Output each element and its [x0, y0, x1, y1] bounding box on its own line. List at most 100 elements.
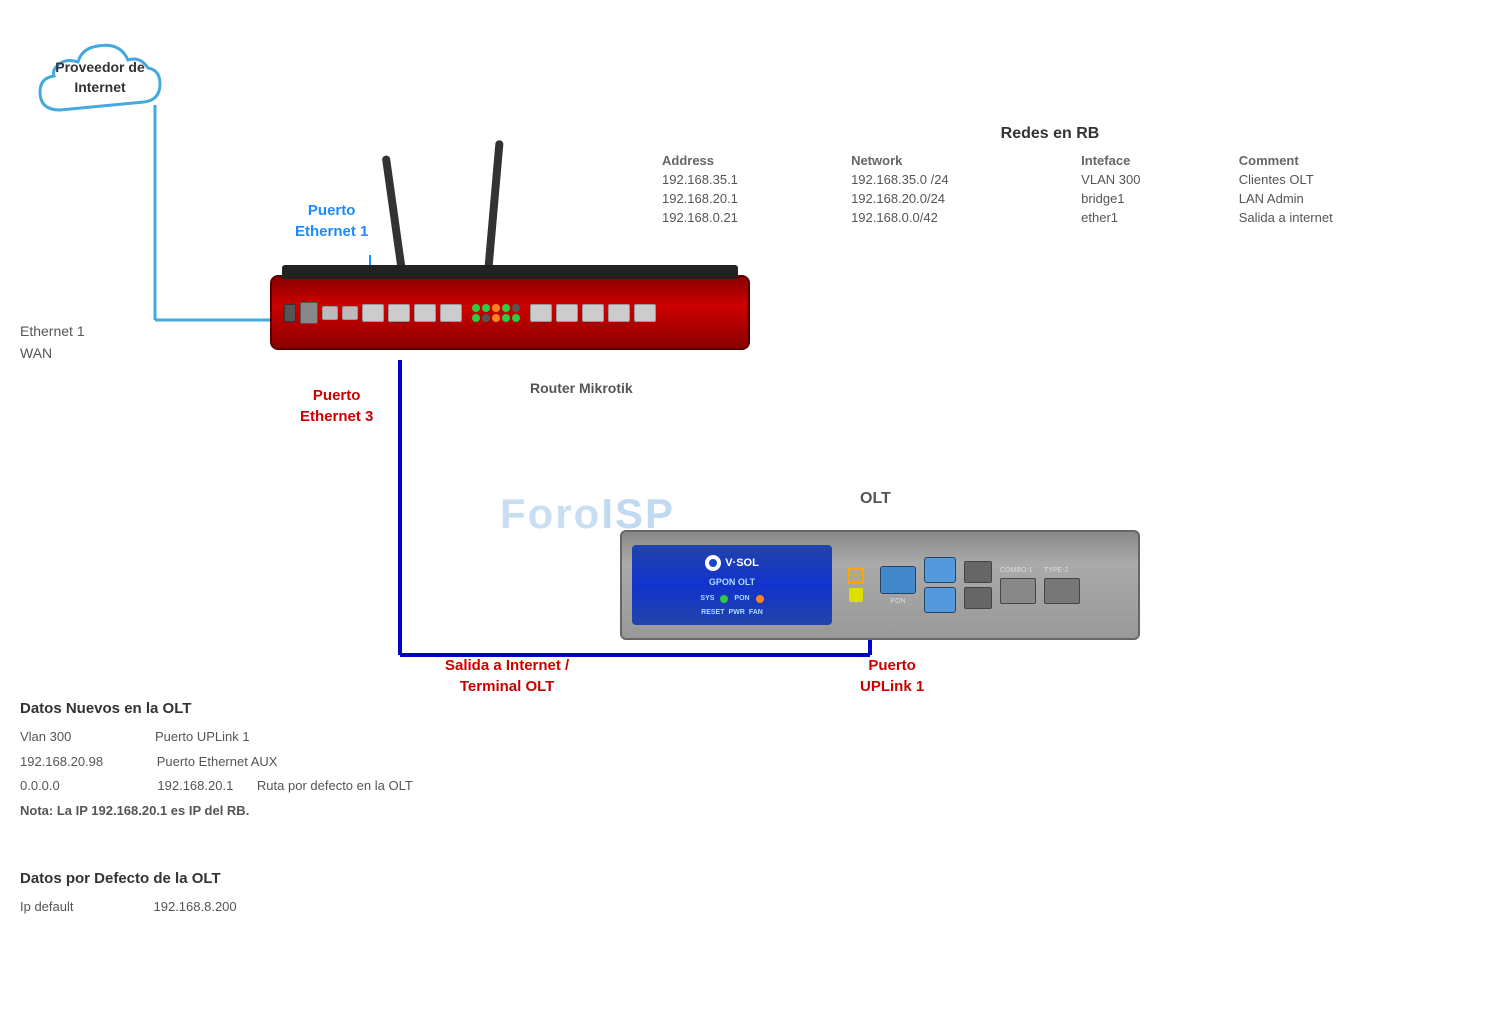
puerto-uplink-label: Puerto UPLink 1 [860, 655, 924, 697]
led-6 [472, 314, 480, 322]
network-cell-0-3: Clientes OLT [1227, 170, 1450, 189]
router-eth-port-4 [440, 304, 462, 322]
col-header-address: Address [650, 151, 839, 170]
col-header-comment: Comment [1227, 151, 1450, 170]
router-eth-port-8 [608, 304, 630, 322]
network-cell-1-3: LAN Admin [1227, 189, 1450, 208]
datos-ip: 192.168.20.98 [20, 754, 103, 769]
router-eth-port-6 [556, 304, 578, 322]
led-10 [512, 314, 520, 322]
datos-aux: Puerto Ethernet AUX [157, 754, 278, 769]
olt-model: GPON OLT [709, 577, 755, 587]
olt-device: V·SOL GPON OLT SYS PON RESETPWRFAN △ [620, 530, 1140, 650]
router-leds [472, 304, 520, 322]
router-eth-port-1 [362, 304, 384, 322]
datos-nuevos-row-3: 0.0.0.0 192.168.20.1 Ruta por defecto en… [20, 774, 620, 799]
datos-defecto-section: Datos por Defecto de la OLT Ip default 1… [20, 870, 420, 920]
datos-defecto-row-1: Ip default 192.168.8.200 [20, 895, 420, 920]
olt-uplink-ports [924, 557, 956, 613]
col-header-interface: Inteface [1069, 151, 1227, 170]
network-cell-0-2: VLAN 300 [1069, 170, 1227, 189]
watermark-foro: Foro [500, 490, 601, 537]
datos-nuevos-row-1: Vlan 300 Puerto UPLink 1 [20, 725, 620, 750]
datos-nota: Nota: La IP 192.168.20.1 es IP del RB. [20, 803, 249, 818]
olt-pon-led [756, 595, 764, 603]
antenna-right [484, 140, 503, 270]
olt-front-panel: V·SOL GPON OLT SYS PON RESETPWRFAN △ [622, 532, 1138, 638]
router-top-bar [282, 265, 738, 279]
antenna-left [382, 155, 407, 275]
network-table-row-0: 192.168.35.1192.168.35.0 /24VLAN 300Clie… [650, 170, 1450, 189]
network-table: Redes en RB Address Network Inteface Com… [650, 125, 1450, 227]
datos-default-route: 0.0.0.0 [20, 778, 60, 793]
ethernet1-wan-label: Ethernet 1 WAN [20, 320, 85, 365]
olt-sys-led [720, 595, 728, 603]
olt-uplink-port-2 [924, 587, 956, 613]
network-cell-0-0: 192.168.35.1 [650, 170, 839, 189]
network-cell-1-2: bridge1 [1069, 189, 1227, 208]
puerto-ethernet3-label: Puerto Ethernet 3 [300, 385, 373, 427]
olt-uplink-port-1 [924, 557, 956, 583]
router-port-2 [342, 306, 358, 320]
olt-combo-1 [1000, 578, 1036, 604]
router-mikrotik [270, 275, 750, 365]
network-cell-1-0: 192.168.20.1 [650, 189, 839, 208]
router-sfp [300, 302, 318, 324]
olt-indicators: △ [840, 568, 872, 602]
datos-uplink: Puerto UPLink 1 [155, 729, 250, 744]
datos-vlan: Vlan 300 [20, 729, 71, 744]
olt-sfp-2 [964, 587, 992, 609]
olt-body: V·SOL GPON OLT SYS PON RESETPWRFAN △ [620, 530, 1140, 640]
datos-defecto-title: Datos por Defecto de la OLT [20, 870, 420, 887]
network-table-row-2: 192.168.0.21192.168.0.0/42ether1Salida a… [650, 208, 1450, 227]
olt-blue-panel: V·SOL GPON OLT SYS PON RESETPWRFAN [632, 545, 832, 625]
led-1 [472, 304, 480, 312]
olt-sfp-1 [964, 561, 992, 583]
router-usb [284, 304, 296, 322]
datos-ip-default-value: 192.168.8.200 [154, 895, 237, 920]
salida-internet-label: Salida a Internet / Terminal OLT [445, 655, 569, 697]
router-ports [272, 277, 748, 348]
network-cell-2-3: Salida a internet [1227, 208, 1450, 227]
olt-sfp-ports [964, 561, 992, 609]
led-2 [482, 304, 490, 312]
col-header-network: Network [839, 151, 1069, 170]
network-data-table: Address Network Inteface Comment 192.168… [650, 151, 1450, 227]
olt-fiber-port-1 [880, 566, 916, 594]
network-cell-2-2: ether1 [1069, 208, 1227, 227]
network-table-title: Redes en RB [650, 125, 1450, 143]
network-cell-2-1: 192.168.0.0/42 [839, 208, 1069, 227]
datos-nuevos-row-2: 192.168.20.98 Puerto Ethernet AUX [20, 750, 620, 775]
olt-type2-ports: TYPE-2 [1044, 567, 1080, 604]
led-5 [512, 304, 520, 312]
datos-ip-default-label: Ip default [20, 895, 74, 920]
datos-nuevos-section: Datos Nuevos en la OLT Vlan 300 Puerto U… [20, 700, 620, 824]
network-cell-2-0: 192.168.0.21 [650, 208, 839, 227]
cloud: Proveedor de Internet [20, 30, 180, 140]
network-table-row-1: 192.168.20.1192.168.20.0/24bridge1LAN Ad… [650, 189, 1450, 208]
network-cell-0-1: 192.168.35.0 /24 [839, 170, 1069, 189]
router-eth-port-3 [414, 304, 436, 322]
olt-label: OLT [860, 490, 891, 508]
led-9 [502, 314, 510, 322]
network-cell-1-1: 192.168.20.0/24 [839, 189, 1069, 208]
olt-fiber-ports: PON [880, 566, 916, 605]
router-eth-port-5 [530, 304, 552, 322]
led-7 [482, 314, 490, 322]
led-3 [492, 304, 500, 312]
olt-combo-ports: COMBO-1 [1000, 567, 1036, 604]
puerto-ethernet1-label: Puerto Ethernet 1 [295, 200, 368, 242]
router-eth-port-7 [582, 304, 604, 322]
datos-ruta: Ruta por defecto en la OLT [257, 778, 413, 793]
led-4 [502, 304, 510, 312]
datos-nuevos-row-4: Nota: La IP 192.168.20.1 es IP del RB. [20, 799, 620, 824]
router-label: Router Mikrotik [530, 380, 633, 396]
olt-logo: V·SOL [725, 557, 759, 569]
olt-type2 [1044, 578, 1080, 604]
led-8 [492, 314, 500, 322]
datos-nuevos-title: Datos Nuevos en la OLT [20, 700, 620, 717]
cloud-label: Proveedor de Internet [20, 58, 180, 97]
olt-ports: PON COMBO-1 TYPE-2 [880, 557, 1128, 613]
router-eth-port-2 [388, 304, 410, 322]
router-eth-port-9 [634, 304, 656, 322]
